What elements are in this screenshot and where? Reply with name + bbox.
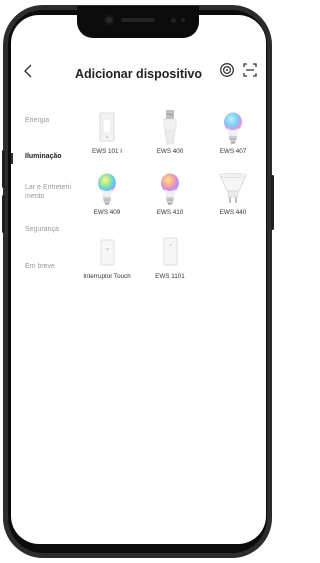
scan-radar-icon [220, 63, 234, 77]
device-label: EWS 101 I [91, 148, 123, 155]
phone-notch [77, 6, 199, 38]
rgb-bulb-icon [152, 171, 188, 207]
earpiece-speaker [121, 18, 155, 22]
qr-scan-button[interactable] [242, 62, 258, 78]
category-iluminacao[interactable]: Iluminação [25, 152, 77, 161]
device-ews-400[interactable]: EWS 400 [146, 110, 194, 156]
device-label: EWS 407 [219, 148, 247, 155]
device-ews-1101[interactable]: EWS 1101 [146, 235, 194, 281]
front-camera [104, 15, 114, 25]
device-ews-410[interactable]: EWS 410 [146, 171, 194, 217]
category-lar-entretenimento[interactable]: Lar e Entretenimento [25, 183, 73, 201]
app-screen: Adicionar dispositivo Energia Iluminação… [11, 15, 266, 544]
device-ews-409[interactable]: EWS 409 [83, 171, 131, 217]
active-category-marker [11, 153, 13, 164]
device-ews-440[interactable]: EWS 440 [209, 171, 257, 217]
proximity-sensor [171, 18, 176, 23]
device-interruptor-touch[interactable]: Interruptor Touch [83, 235, 131, 281]
device-ews-101-i[interactable]: EWS 101 I [83, 110, 131, 156]
category-seguranca[interactable]: Segurança [25, 225, 77, 234]
device-label: EWS 400 [156, 148, 184, 155]
touch-switch-icon [89, 235, 125, 271]
volume-button [2, 150, 5, 188]
category-em-breve[interactable]: Em breve [25, 262, 77, 271]
spot-bulb-icon [215, 171, 251, 207]
power-button [271, 175, 274, 230]
rgb-bulb-icon [215, 110, 251, 146]
device-label: EWS 1101 [155, 273, 185, 280]
device-label: EWS 440 [219, 209, 247, 216]
device-label: Interruptor Touch [83, 273, 131, 280]
light-sensor [181, 18, 185, 22]
auto-scan-button[interactable] [219, 62, 235, 78]
touch-switch-icon [152, 235, 188, 271]
bulb-socket-adapter-icon [152, 110, 188, 146]
rgb-bulb-icon [89, 171, 125, 207]
device-label: EWS 409 [93, 209, 121, 216]
wall-switch-icon [89, 110, 125, 146]
device-ews-407[interactable]: EWS 407 [209, 110, 257, 156]
volume-button [2, 195, 5, 233]
category-energia[interactable]: Energia [25, 116, 77, 125]
device-label: EWS 410 [156, 209, 184, 216]
qr-scan-icon [243, 63, 257, 77]
